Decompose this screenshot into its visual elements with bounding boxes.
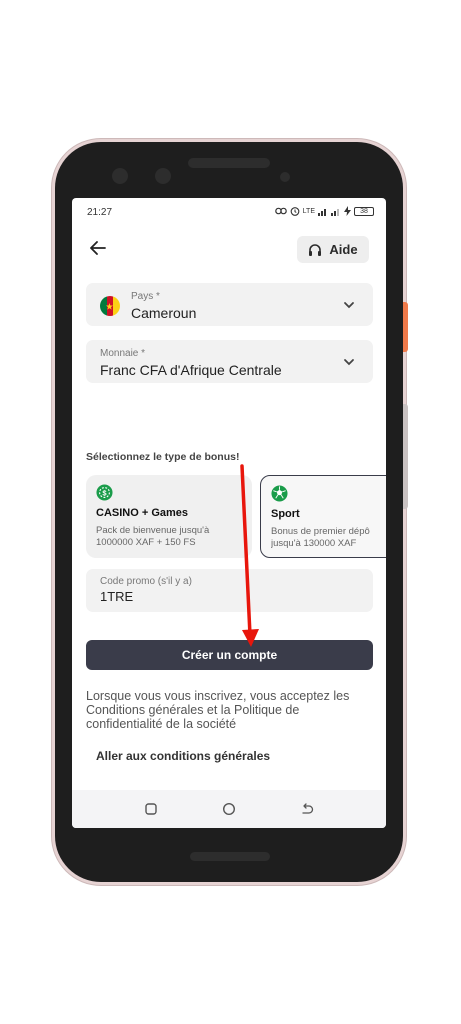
signal-icon-secondary [331,208,339,216]
home-icon [222,802,236,816]
country-label: Pays * [131,291,160,302]
bonus-option-casino[interactable]: $ CASINO + Games Pack de bienvenue jusqu… [86,475,252,558]
back-nav-icon [302,803,314,814]
battery-icon: 38 [354,206,374,216]
promo-code-field[interactable]: Code promo (s'il y a) 1TRE [86,569,373,612]
back-nav-button[interactable] [295,797,319,821]
link-icon [274,207,287,215]
status-icons: LTE 38 [274,206,374,216]
terms-link[interactable]: Aller aux conditions générales [96,749,270,763]
network-type: LTE [302,207,315,215]
help-button[interactable]: Aide [297,236,369,263]
arrow-left-icon [90,241,106,255]
bonus-option-description: Pack de bienvenue jusqu'à 1000000 XAF + … [96,525,256,549]
recent-apps-icon [145,803,157,815]
front-camera-secondary [155,168,171,184]
bonus-desc-line: Bonus de premier dépô [271,526,370,537]
promo-code-label: Code promo (s'il y a) [100,576,192,587]
bonus-option-sport[interactable]: Sport Bonus de premier dépô jusqu'à 1300… [260,475,386,558]
chevron-down-icon [344,301,354,308]
bonus-desc-line: 1000000 XAF + 150 FS [96,537,196,548]
bonus-option-title: Sport [271,508,300,520]
charging-icon [344,206,351,216]
bottom-speaker [190,852,270,861]
help-label: Aide [329,242,358,257]
country-select[interactable]: Pays * Cameroun [86,283,373,326]
currency-select[interactable]: Monnaie * Franc CFA d'Afrique Centrale [86,340,373,383]
country-value: Cameroun [131,305,197,321]
create-account-label: Créer un compte [181,648,278,662]
volume-button [403,404,408,509]
power-button [403,302,408,352]
bonus-desc-line: jusqu'à 130000 XAF [271,538,357,549]
back-button[interactable] [86,236,110,260]
casino-chip-icon: $ [96,484,113,501]
bonus-option-title: CASINO + Games [96,507,189,519]
system-nav-bar [72,790,386,828]
status-bar: 21:27 LTE 38 [72,198,386,226]
currency-value: Franc CFA d'Afrique Centrale [100,362,282,378]
bonus-option-description: Bonus de premier dépô jusqu'à 130000 XAF [271,526,386,550]
chevron-down-icon [344,358,354,365]
recent-apps-button[interactable] [139,797,163,821]
currency-label: Monnaie * [100,348,146,359]
phone-frame: 21:27 LTE 38 Aide Pays * Cameroun Monnai… [55,142,408,882]
front-camera [112,168,128,184]
bonus-section-title: Sélectionnez le type de bonus! [86,451,240,463]
cameroon-flag-icon [100,296,120,316]
app-screen: 21:27 LTE 38 Aide Pays * Cameroun Monnai… [72,198,386,828]
signal-icon [318,208,326,216]
soccer-ball-icon [271,485,288,502]
earpiece-speaker [188,158,270,168]
alarm-icon [290,207,300,216]
proximity-sensor [280,172,290,182]
bonus-desc-line: Pack de bienvenue jusqu'à [96,525,210,536]
promo-code-value: 1TRE [100,589,134,604]
status-time: 21:27 [87,207,113,218]
create-account-button[interactable]: Créer un compte [86,640,373,670]
headset-icon [309,243,322,256]
legal-text: Lorsque vous vous inscrivez, vous accept… [86,689,350,731]
home-button[interactable] [217,797,241,821]
